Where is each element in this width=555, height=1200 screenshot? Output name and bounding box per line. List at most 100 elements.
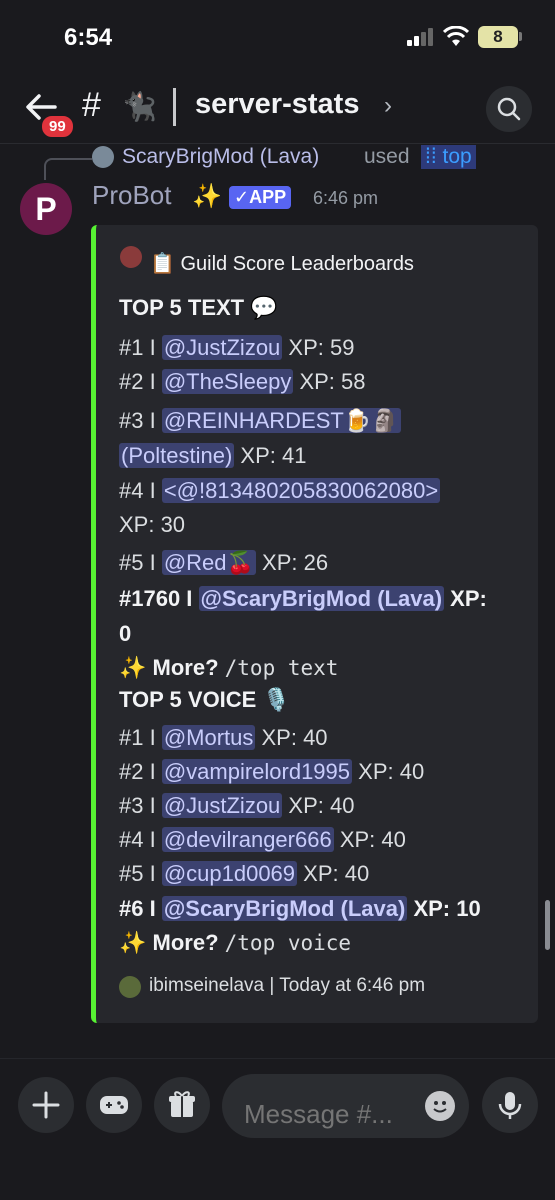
emoji-face <box>433 1101 447 1113</box>
xp: XP: 40 <box>282 793 355 818</box>
xp: XP: 40 <box>297 861 370 886</box>
more-text: ✨ More? /top text <box>119 655 338 681</box>
list-item: #2 I @TheSleepy XP: 58 <box>119 369 365 395</box>
user-mention[interactable]: @ScaryBrigMod (Lava) <box>161 896 408 921</box>
status-bar: 6:54 8 <box>0 0 555 74</box>
reply-verb: used <box>364 145 410 168</box>
plus-icon <box>32 1091 60 1119</box>
rank: #1760 I <box>119 586 199 611</box>
reply-command[interactable]: ⁞⁞ top <box>421 145 476 169</box>
reply-command-label: top <box>442 145 472 168</box>
channel-name[interactable]: server-stats <box>195 88 359 121</box>
embed-footer: ibimseinelava | Today at 6:46 pm <box>149 975 426 996</box>
user-mention[interactable]: @Red🍒 <box>161 550 256 575</box>
voice-message-button[interactable] <box>482 1077 538 1133</box>
cellular-signal-icon <box>407 28 433 46</box>
user-mention[interactable]: @Mortus <box>161 725 256 750</box>
user-mention[interactable]: @TheSleepy <box>161 369 294 394</box>
user-mention[interactable]: @cup1d0069 <box>161 861 298 886</box>
rank: #4 I <box>119 478 162 503</box>
channel-emoji: 🐈‍⬛ <box>122 91 157 122</box>
user-mention[interactable]: @ScaryBrigMod (Lava) <box>198 586 445 611</box>
gift-button[interactable] <box>154 1077 210 1133</box>
rank: #2 I <box>119 369 162 394</box>
xp: XP: 58 <box>293 369 366 394</box>
wifi-icon <box>443 26 469 46</box>
rank: #5 I <box>119 550 162 575</box>
list-item: #4 I <@!813480205830062080> <box>119 478 441 504</box>
message-author[interactable]: ProBot <box>92 180 172 211</box>
battery-icon: 8 <box>478 26 518 48</box>
list-item-wrap: XP: 30 <box>119 512 185 538</box>
sparkle-icon: ✨ <box>119 655 147 680</box>
message-timestamp: 6:46 pm <box>313 188 379 208</box>
author-sparkle-emoji: ✨ <box>192 183 222 210</box>
rank: #5 I <box>119 861 162 886</box>
leaderboard-embed: 📋 Guild Score Leaderboards TOP 5 TEXT 💬 … <box>91 225 538 1023</box>
user-mention[interactable]: @JustZizou <box>161 793 283 818</box>
user-mention[interactable]: <@!813480205830062080> <box>161 478 441 503</box>
games-button[interactable] <box>86 1077 142 1133</box>
reply-avatar[interactable] <box>92 146 114 168</box>
command-code[interactable]: /top voice <box>225 931 351 955</box>
user-mention[interactable]: @vampirelord1995 <box>161 759 353 784</box>
rank: #4 I <box>119 827 162 852</box>
user-mention[interactable]: @JustZizou <box>161 335 283 360</box>
xp: XP: 26 <box>255 550 329 575</box>
command-code[interactable]: /top text <box>225 656 339 680</box>
clock: 6:54 <box>64 24 113 51</box>
xp: XP: 40 <box>352 759 425 784</box>
list-item-wrap: (Poltestine) XP: 41 <box>119 443 306 469</box>
search-icon <box>497 97 521 121</box>
list-item: #4 I @devilranger666 XP: 40 <box>119 827 406 853</box>
bot-avatar[interactable]: P <box>20 183 72 235</box>
user-mention[interactable]: @devilranger666 <box>161 827 334 852</box>
rank: #1 I <box>119 335 162 360</box>
footer-icon <box>119 976 141 998</box>
xp: XP: 40 <box>255 725 328 750</box>
list-item: #1 I @JustZizou XP: 59 <box>119 335 354 361</box>
user-mention[interactable]: @REINHARDEST🍺🗿 <box>161 408 401 433</box>
embed-author: 📋 Guild Score Leaderboards <box>150 253 414 275</box>
list-item: #5 I @Red🍒 XP: 26 <box>119 550 328 576</box>
composer-bar <box>0 1058 555 1200</box>
unread-badge: 99 <box>40 114 75 139</box>
reply-connector <box>44 158 92 180</box>
divider <box>173 88 176 126</box>
rank: #6 I <box>119 896 162 921</box>
channel-hash-icon: # <box>82 86 101 124</box>
app-badge: ✓APP <box>229 186 292 209</box>
user-mention[interactable]: (Poltestine) <box>119 443 235 468</box>
plus-button[interactable] <box>18 1077 74 1133</box>
text-heading: TOP 5 TEXT 💬 <box>119 295 278 320</box>
more-voice: ✨ More? /top voice <box>119 930 351 956</box>
more-label: More? <box>146 930 225 955</box>
rank: #3 I <box>119 793 162 818</box>
xp: XP: 41 <box>234 443 307 468</box>
list-item: #3 I @REINHARDEST🍺🗿 <box>119 408 401 434</box>
emoji-icon[interactable] <box>425 1091 455 1121</box>
gift-icon <box>169 1091 195 1117</box>
xp: XP: 30 <box>119 512 186 537</box>
search-button[interactable] <box>486 86 532 132</box>
reply-username[interactable]: ScaryBrigMod (Lava) <box>122 145 319 169</box>
more-label: More? <box>146 655 225 680</box>
self-rank-text-wrap: 0 <box>119 621 132 646</box>
embed-author-icon <box>120 246 142 268</box>
rank: #3 I <box>119 408 162 433</box>
avatar-letter: P <box>35 191 57 227</box>
microphone-icon <box>498 1092 522 1119</box>
command-icon: ⁞⁞ <box>425 145 443 168</box>
sparkle-icon: ✨ <box>119 930 147 955</box>
scrollbar[interactable] <box>545 900 550 950</box>
list-item: #3 I @JustZizou XP: 40 <box>119 793 354 819</box>
chevron-right-icon[interactable]: › <box>384 92 392 120</box>
battery-level: 8 <box>493 27 503 46</box>
battery-tip <box>519 32 522 41</box>
xp: XP: 10 <box>407 896 481 921</box>
self-rank-voice: #6 I @ScaryBrigMod (Lava) XP: 10 <box>119 896 481 922</box>
voice-heading: TOP 5 VOICE 🎙️ <box>119 687 290 712</box>
list-item: #1 I @Mortus XP: 40 <box>119 725 328 751</box>
xp: XP: 40 <box>333 827 406 852</box>
rank: #2 I <box>119 759 162 784</box>
